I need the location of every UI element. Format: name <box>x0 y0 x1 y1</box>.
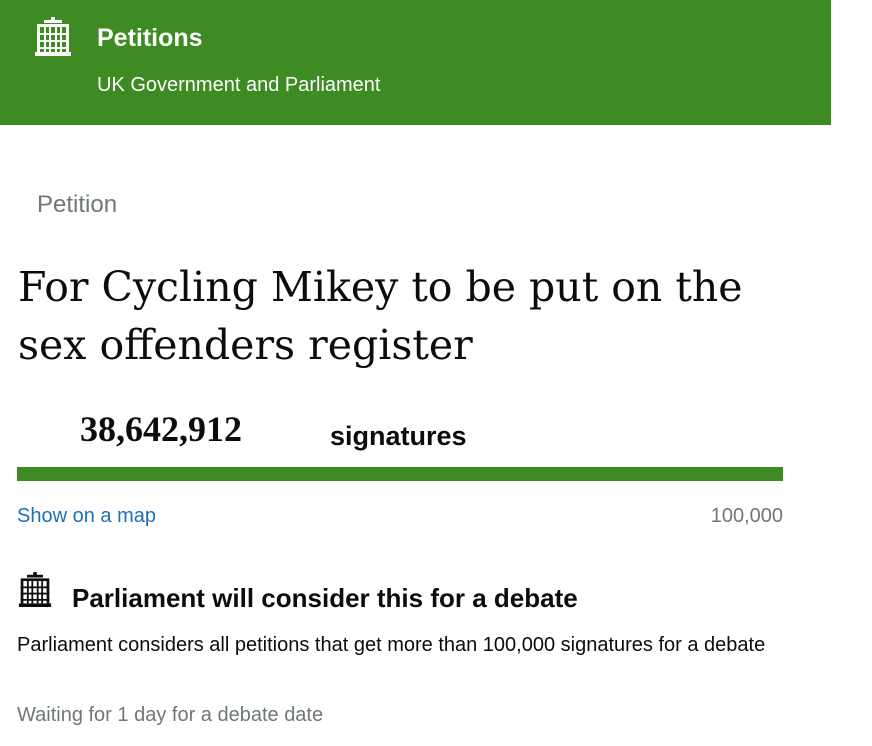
show-on-map-link[interactable]: Show on a map <box>17 505 156 528</box>
debate-heading: Parliament will consider this for a deba… <box>72 583 578 613</box>
petition-kicker: Petition <box>37 191 118 218</box>
signature-progress-fill <box>17 467 783 481</box>
debate-description: Parliament considers all petitions that … <box>17 634 766 656</box>
site-subtitle: UK Government and Parliament <box>97 74 381 96</box>
petition-title: For Cycling Mikey to be put on the sex o… <box>18 263 743 369</box>
portcullis-icon <box>18 571 52 609</box>
site-header: Petitions UK Government and Parliament <box>0 0 831 125</box>
signature-threshold: 100,000 <box>710 505 783 527</box>
signature-progress-bar <box>17 467 783 481</box>
debate-waiting-status: Waiting for 1 day for a debate date <box>17 704 324 726</box>
portcullis-icon <box>34 17 72 57</box>
site-title[interactable]: Petitions <box>97 24 203 53</box>
signature-count: 38,642,912 <box>80 409 242 449</box>
signature-label: signatures <box>330 421 467 451</box>
